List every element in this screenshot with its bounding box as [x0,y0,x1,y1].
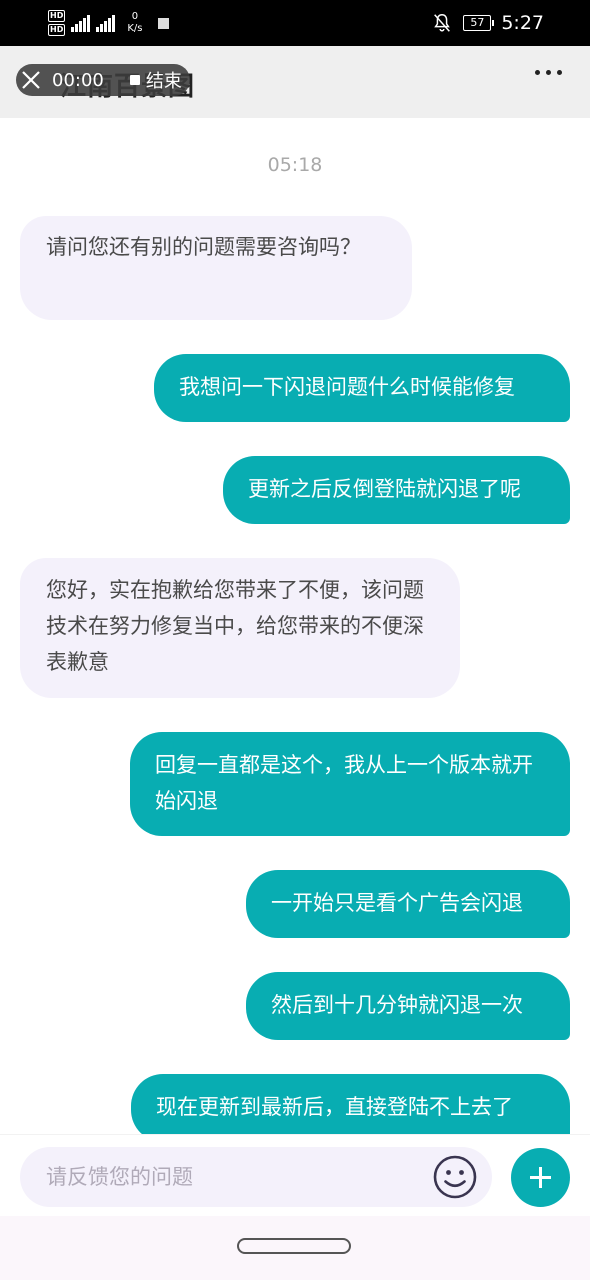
network-speed: 0 K/s [127,11,142,35]
status-left: HD HD 0 K/s [48,6,170,40]
input-placeholder: 请反馈您的问题 [46,1165,193,1189]
user-message-bubble: 更新之后反倒登陆就闪退了呢 [223,456,570,524]
signal-icon-2 [96,14,116,32]
user-message-bubble: 现在更新到最新后，直接登陆不上去了 [131,1074,570,1142]
dot-icon [546,70,551,75]
close-icon[interactable] [20,69,42,91]
message-timestamp: 05:18 [267,154,323,176]
user-message-bubble: 然后到十几分钟就闪退一次 [246,972,570,1040]
message-input[interactable]: 请反馈您的问题 [20,1147,492,1207]
screen-record-icon [158,17,170,29]
emoji-icon[interactable] [432,1154,478,1200]
end-recording-button[interactable]: 结束 [146,67,182,93]
agent-message-bubble: 请问您还有别的问题需要咨询吗？ [20,216,412,320]
network-speed-value: 0 [131,11,139,22]
recording-time: 00:00 [52,69,104,91]
more-options-button[interactable] [535,70,562,75]
hd-badge-2: HD [48,24,66,36]
message-input-bar: 请反馈您的问题 [0,1134,590,1217]
dot-icon [557,70,562,75]
hd-indicators: HD HD [48,10,66,36]
network-speed-unit: K/s [127,23,143,34]
user-message-bubble: 一开始只是看个广告会闪退 [246,870,570,938]
stop-icon [129,75,140,85]
user-message-bubble: 回复一直都是这个，我从上一个版本就开始闪退 [130,732,570,836]
dot-icon [535,70,540,75]
chat-message-list[interactable]: 05:18 请问您还有别的问题需要咨询吗？ 我想问一下闪退问题什么时候能修复 更… [0,118,590,1142]
chat-header: 江南百景图 00:00 结束 [0,46,590,118]
mute-icon [434,14,451,32]
home-indicator[interactable] [237,1238,351,1254]
status-right: 57 5:27 [431,0,544,46]
status-bar: HD HD 0 K/s 57 5:27 [0,0,590,46]
agent-message-bubble: 您好，实在抱歉给您带来了不便，该问题技术在努力修复当中，给您带来的不便深表歉意 [20,558,460,698]
system-navigation-bar [0,1216,590,1280]
battery-icon: 57 [463,15,495,31]
add-attachment-button[interactable] [511,1148,570,1207]
user-message-bubble: 我想问一下闪退问题什么时候能修复 [154,354,570,422]
screen-recording-pill[interactable]: 00:00 结束 [16,64,190,96]
hd-badge-1: HD [48,10,66,22]
signal-icon-1 [71,14,91,32]
status-time: 5:27 [501,12,544,34]
